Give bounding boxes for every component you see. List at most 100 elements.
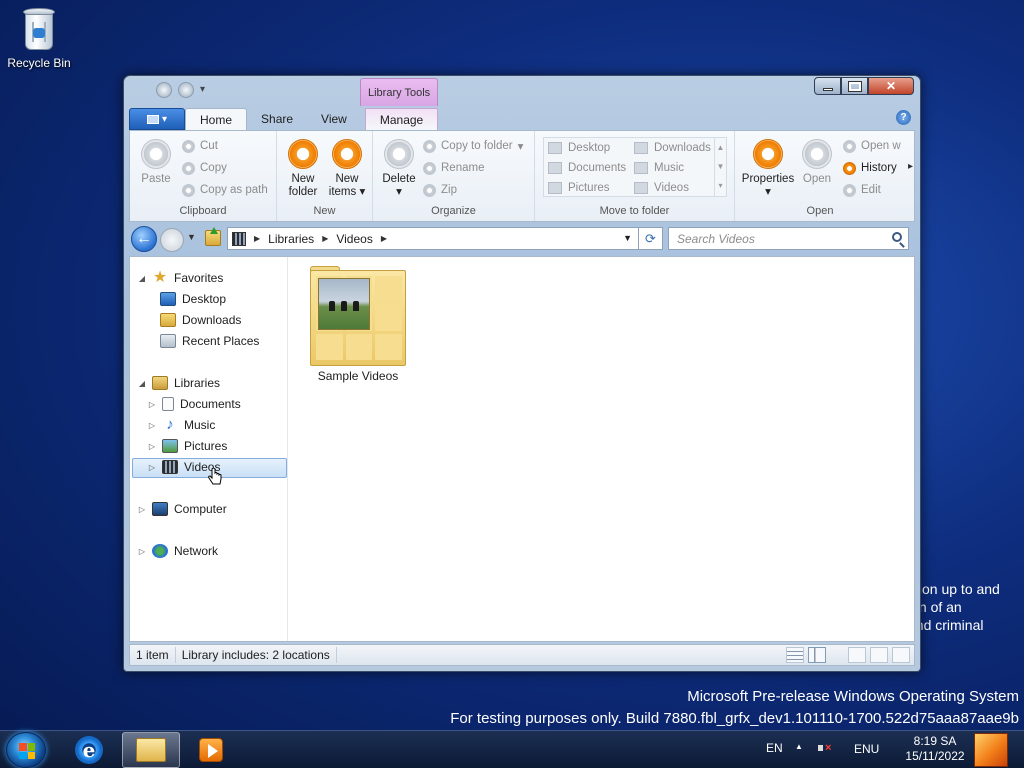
delete-button[interactable]: Delete ▾ — [377, 139, 421, 199]
chevron-down-icon[interactable]: ▼ — [715, 157, 726, 176]
clock[interactable]: 8:19 SA 15/11/2022 — [900, 734, 970, 764]
edit-button[interactable]: Edit — [843, 181, 881, 199]
expand-icon[interactable]: ▷ — [138, 505, 146, 514]
show-hidden-icons-icon[interactable]: ▲ — [795, 742, 803, 751]
tab-manage[interactable]: Manage — [364, 108, 439, 130]
quick-access-dropdown-icon[interactable]: ▾ — [200, 82, 210, 98]
file-menu-button[interactable]: ▾ — [129, 108, 185, 130]
copy-as-path-button[interactable]: Copy as path — [182, 181, 268, 199]
collapse-icon[interactable]: ◢ — [138, 379, 146, 388]
breadcrumb-libraries[interactable]: Libraries — [268, 232, 314, 246]
taskbar-media-player[interactable] — [182, 732, 240, 768]
tab-view[interactable]: View — [307, 108, 361, 130]
forward-button[interactable] — [160, 228, 184, 252]
videos-folder-icon — [634, 182, 648, 194]
quick-access-toolbar: ▾ — [156, 82, 210, 98]
tree-item-recent-places[interactable]: Recent Places — [160, 331, 259, 351]
tree-favorites[interactable]: ◢ ★ Favorites — [138, 268, 223, 288]
breadcrumb-chevron-icon[interactable]: ▶ — [322, 234, 328, 243]
move-to-music[interactable]: Music — [634, 162, 684, 174]
rename-button[interactable]: Rename — [423, 159, 484, 177]
expand-icon[interactable]: ▷ — [148, 421, 156, 430]
navigation-pane-button[interactable] — [892, 647, 910, 663]
taskbar-internet-explorer[interactable]: e — [60, 732, 118, 768]
search-icon[interactable] — [892, 232, 902, 242]
windows-logo-icon — [19, 743, 35, 759]
tree-item-pictures[interactable]: ▷ Pictures — [148, 436, 227, 456]
expand-icon[interactable]: ▷ — [148, 442, 156, 451]
properties-button[interactable]: Properties ▾ — [739, 139, 797, 199]
address-dropdown-icon[interactable]: ▼ — [623, 233, 632, 243]
zip-button[interactable]: Zip — [423, 181, 457, 199]
title-bar[interactable]: ▾ Library Tools ✕ — [124, 76, 920, 106]
new-folder-quick-icon[interactable] — [178, 82, 194, 98]
close-button[interactable]: ✕ — [868, 77, 914, 95]
tree-item-downloads[interactable]: Downloads — [160, 310, 241, 330]
search-input[interactable]: Search Videos — [668, 227, 909, 250]
tree-network[interactable]: ▷ Network — [138, 541, 218, 561]
chevron-up-icon[interactable]: ▲ — [715, 138, 726, 157]
preview-pane-button[interactable] — [848, 647, 866, 663]
copy-button[interactable]: Copy — [182, 159, 227, 177]
gallery-scroll[interactable]: ▲ ▼ ▾ — [714, 138, 726, 196]
open-button[interactable]: Open — [799, 139, 835, 186]
move-to-desktop[interactable]: Desktop — [548, 142, 610, 154]
recent-locations-dropdown[interactable]: ▼ — [187, 232, 196, 242]
expand-icon[interactable]: ▷ — [148, 400, 156, 409]
new-items-button[interactable]: New items ▾ — [327, 139, 367, 199]
breadcrumb-videos[interactable]: Videos — [336, 232, 372, 246]
favorites-star-icon: ★ — [152, 269, 168, 286]
details-pane-button[interactable] — [870, 647, 888, 663]
tree-libraries[interactable]: ◢ Libraries — [138, 373, 220, 393]
help-icon[interactable]: ? — [896, 110, 911, 125]
windows-explorer-icon — [136, 738, 166, 762]
expand-icon[interactable]: ▷ — [148, 463, 156, 472]
start-button[interactable] — [6, 732, 46, 768]
tree-computer[interactable]: ▷ Computer — [138, 499, 227, 519]
volume-muted-icon[interactable] — [818, 741, 832, 755]
show-desktop-button[interactable] — [974, 733, 1008, 767]
ribbon-tabs: ▾ Home Share View Manage ? — [129, 106, 915, 130]
tree-item-documents[interactable]: ▷ Documents — [148, 394, 241, 414]
refresh-button[interactable]: ⟳ — [639, 227, 663, 250]
recycle-bin-icon — [20, 6, 58, 52]
tab-home[interactable]: Home — [185, 108, 248, 130]
address-bar[interactable]: ▶ Libraries ▶ Videos ▶ ▼ — [227, 227, 639, 250]
tree-item-desktop[interactable]: Desktop — [160, 289, 226, 309]
open-with-button[interactable]: Open w — [843, 137, 901, 155]
tab-share[interactable]: Share — [247, 108, 307, 130]
minimize-button[interactable] — [814, 77, 841, 95]
back-button[interactable]: ← — [131, 226, 157, 252]
expand-icon[interactable]: ▷ — [138, 547, 146, 556]
build-watermark-line2: For testing purposes only. Build 7880.fb… — [450, 710, 1019, 727]
collapse-icon[interactable]: ◢ — [138, 274, 146, 283]
history-button[interactable]: History — [843, 159, 897, 177]
move-to-videos[interactable]: Videos — [634, 182, 689, 194]
copy-to-folder-button[interactable]: Copy to folder ▾ — [423, 137, 523, 155]
breadcrumb-chevron-icon[interactable]: ▶ — [381, 234, 387, 243]
tree-item-music[interactable]: ▷ ♪ Music — [148, 415, 215, 435]
properties-quick-icon[interactable] — [156, 82, 172, 98]
up-folder-icon[interactable] — [205, 227, 221, 246]
pictures-icon — [162, 439, 178, 453]
cut-button[interactable]: Cut — [182, 137, 218, 155]
paste-button[interactable]: Paste — [138, 139, 174, 186]
internet-explorer-icon: e — [75, 736, 103, 764]
move-to-pictures[interactable]: Pictures — [548, 182, 610, 194]
ribbon-scroll-right-icon[interactable]: ▸ — [908, 161, 913, 172]
tiles-view-button[interactable] — [808, 647, 826, 663]
language-indicator[interactable]: EN — [766, 741, 783, 755]
clock-time: 8:19 SA — [913, 734, 957, 748]
breadcrumb-chevron-icon[interactable]: ▶ — [254, 234, 260, 243]
recycle-bin-desktop-icon[interactable]: Recycle Bin — [4, 6, 74, 70]
move-to-downloads[interactable]: Downloads — [634, 142, 711, 154]
input-method-indicator[interactable]: ENU — [854, 742, 879, 756]
maximize-button[interactable] — [841, 77, 868, 95]
gallery-expand-icon[interactable]: ▾ — [715, 176, 726, 195]
view-switcher — [786, 647, 910, 663]
details-view-button[interactable] — [786, 647, 804, 663]
move-to-documents[interactable]: Documents — [548, 162, 626, 174]
close-icon: ✕ — [885, 79, 897, 93]
taskbar-windows-explorer[interactable] — [122, 732, 180, 768]
new-folder-button[interactable]: New folder — [283, 139, 323, 199]
